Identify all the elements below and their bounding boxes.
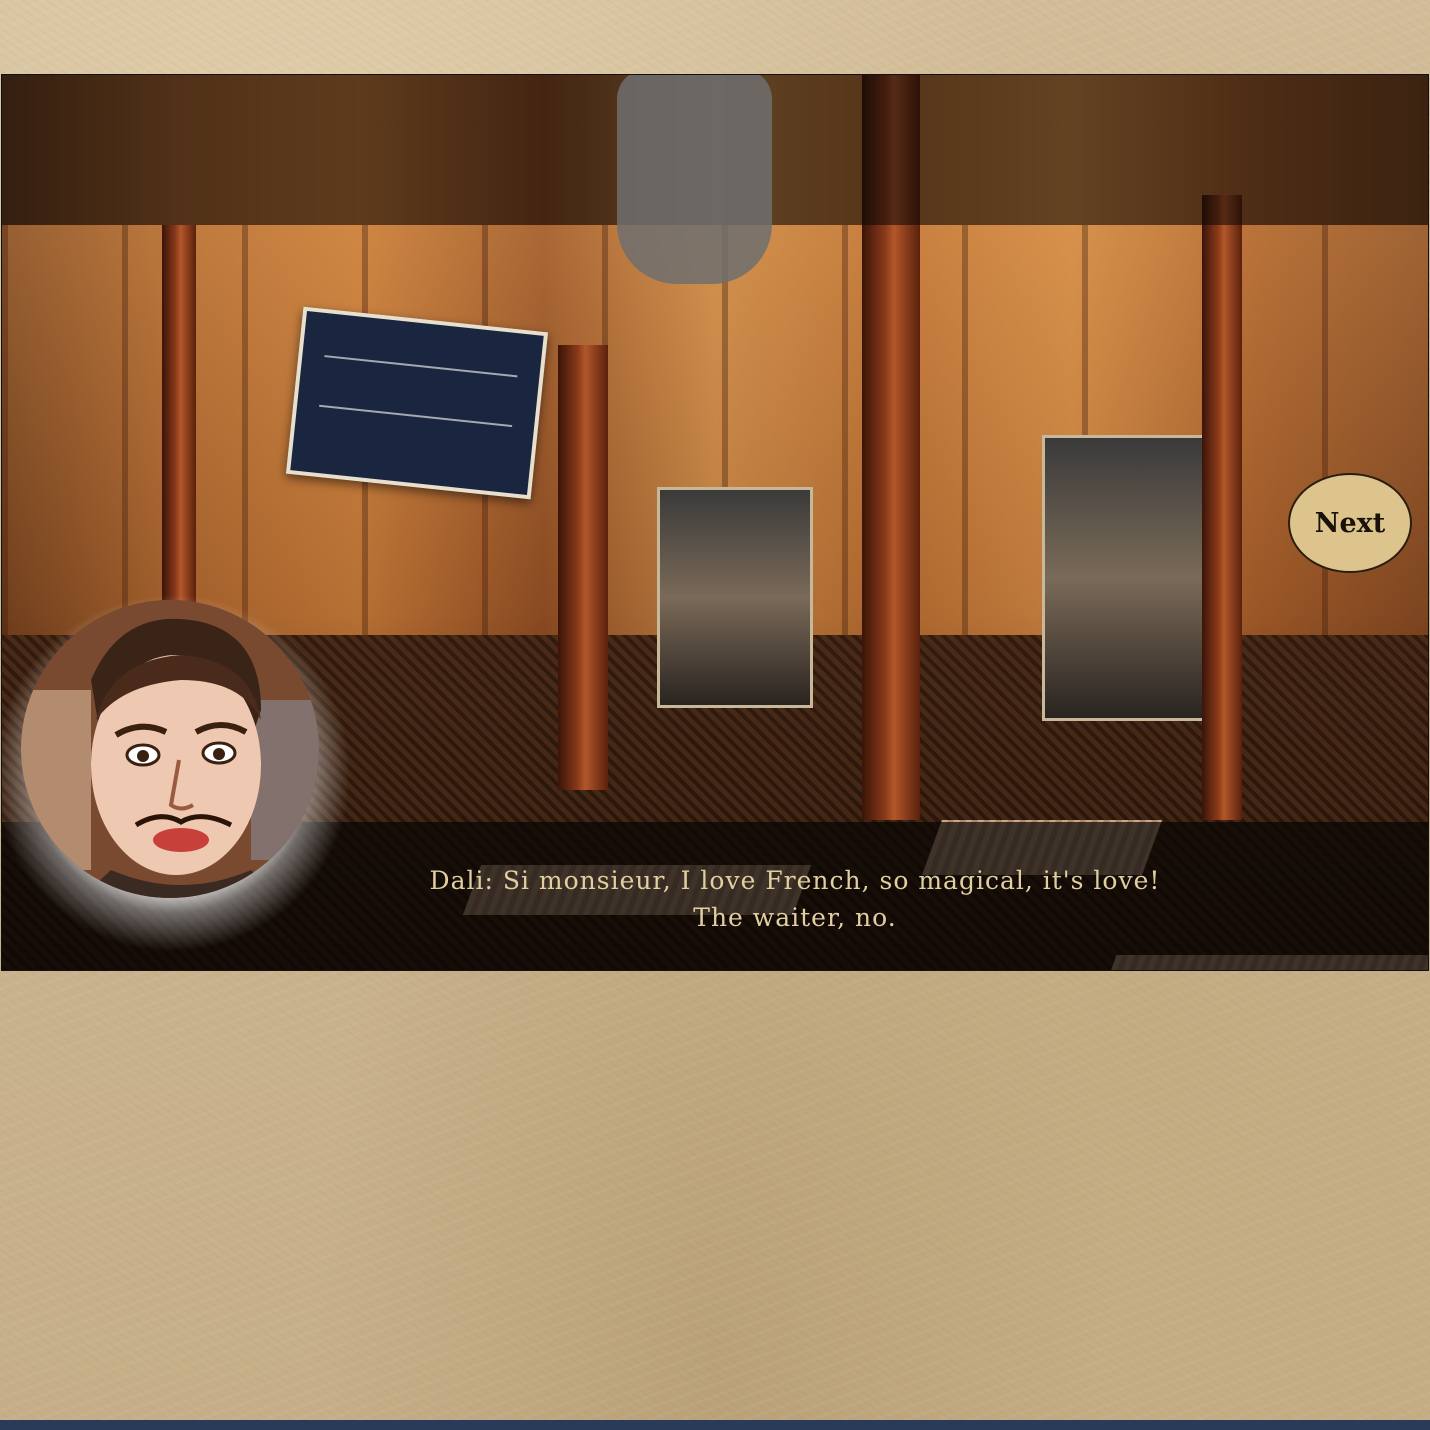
next-button-label: Next [1314,507,1386,539]
mirror [1042,435,1208,721]
dialog-line-1: Dali: Si monsieur, I love French, so mag… [429,866,1161,895]
dialog-line-2: The waiter, no. [693,903,897,932]
hanging-lamp-icon [617,75,772,284]
game-viewport[interactable]: Dali: Si monsieur, I love French, so mag… [1,74,1429,971]
next-button[interactable]: Next [1288,473,1412,573]
pillar [558,345,608,790]
chalkboard-sign [285,306,549,500]
speaker-portrait [21,600,319,898]
pillar [162,225,196,640]
mirror [657,487,813,708]
pillar [1202,195,1242,820]
character-portrait-icon [21,600,319,898]
dialog-text: Dali: Si monsieur, I love French, so mag… [222,862,1368,936]
bottom-bar [0,1420,1430,1430]
